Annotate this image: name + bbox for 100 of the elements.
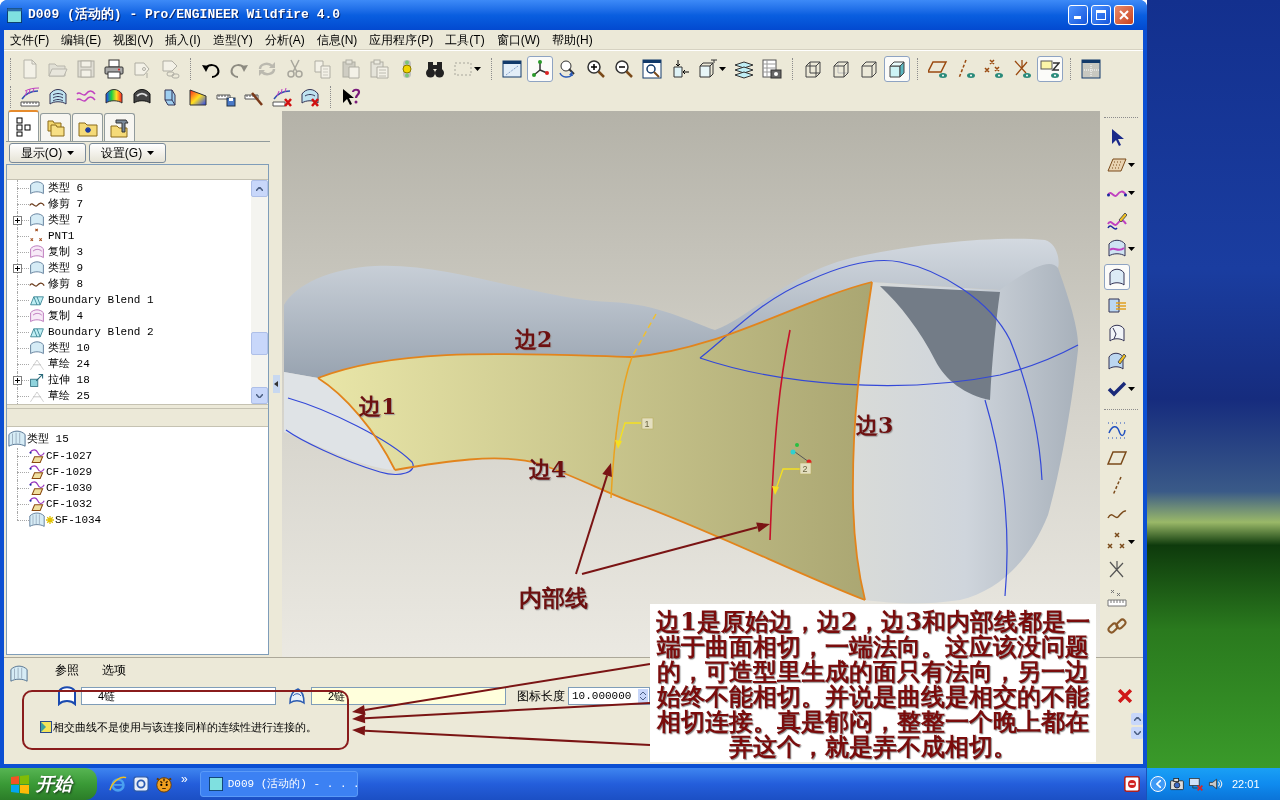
windows-logo-icon bbox=[10, 774, 30, 794]
menu-item[interactable]: 插入(I) bbox=[159, 30, 207, 49]
menu-item[interactable]: 帮助(H) bbox=[546, 30, 599, 49]
tab[interactable] bbox=[104, 113, 135, 141]
dropdown-button[interactable]: 显示(O) bbox=[9, 143, 86, 163]
menu-item[interactable]: 视图(V) bbox=[107, 30, 160, 49]
tab[interactable]: 参照 bbox=[47, 660, 87, 680]
menu-item[interactable]: 造型(Y) bbox=[206, 30, 259, 49]
menu-item[interactable]: 编辑(E) bbox=[55, 30, 108, 49]
spin-arrows-icon[interactable] bbox=[638, 689, 648, 703]
menu-item[interactable]: 分析(A) bbox=[258, 30, 311, 49]
tab[interactable] bbox=[8, 110, 39, 141]
menu-item[interactable]: 应用程序(P) bbox=[363, 30, 440, 49]
caret-up-icon bbox=[256, 186, 263, 191]
tree-item[interactable]: 复制 3 bbox=[48, 245, 84, 259]
menu-item[interactable]: 窗口(W) bbox=[490, 30, 546, 49]
window-title: D009 (活动的) - Pro/ENGINEER Wildfire 4.0 bbox=[28, 6, 341, 25]
menu-item[interactable]: 工具(T) bbox=[439, 30, 491, 49]
scroll-down-button[interactable] bbox=[251, 387, 268, 404]
scrollbar-thumb[interactable] bbox=[251, 332, 268, 355]
surface-icon bbox=[29, 512, 45, 528]
chain-field[interactable]: 2链 bbox=[311, 687, 506, 705]
caret-up-icon bbox=[1133, 717, 1141, 721]
tree-item[interactable]: 复制 4 bbox=[48, 309, 84, 323]
caret-icon bbox=[1128, 247, 1135, 251]
menu-item[interactable]: 文件(F) bbox=[4, 30, 56, 49]
tree-item[interactable]: CF-1029 bbox=[46, 465, 93, 479]
app-icon[interactable] bbox=[132, 775, 150, 793]
camera-icon[interactable] bbox=[1169, 776, 1185, 792]
folders-icon bbox=[45, 117, 66, 138]
tree-item[interactable]: 修剪 8 bbox=[48, 277, 84, 291]
tree-item[interactable]: 草绘 24 bbox=[48, 357, 90, 371]
tab[interactable]: 选项 bbox=[94, 660, 134, 680]
tree-item[interactable]: 修剪 7 bbox=[48, 197, 84, 211]
surface-icon bbox=[29, 260, 45, 276]
chevron-left-icon bbox=[274, 381, 278, 387]
network-icon[interactable] bbox=[1188, 776, 1204, 792]
menu-item[interactable]: 信息(N) bbox=[310, 30, 364, 49]
animal-face-icon[interactable] bbox=[155, 775, 173, 793]
spin-field[interactable]: 10.000000 bbox=[568, 687, 650, 705]
tree-item[interactable]: CF-1027 bbox=[46, 449, 93, 463]
edge-label: 边1 bbox=[359, 394, 397, 418]
clock: 22:01 bbox=[1232, 776, 1260, 792]
tree-item[interactable]: 拉伸 18 bbox=[48, 373, 90, 387]
tree-item[interactable]: CF-1030 bbox=[46, 481, 93, 495]
tree-item[interactable]: 草绘 25 bbox=[48, 389, 90, 403]
curve-frame-icon bbox=[29, 464, 45, 480]
scroll-up-button[interactable] bbox=[1131, 713, 1143, 725]
cancel-button[interactable] bbox=[1117, 688, 1133, 704]
marker-tag: 1 bbox=[641, 417, 654, 430]
tree-item[interactable]: 类型 15 bbox=[27, 432, 69, 446]
maximize-button[interactable] bbox=[1091, 5, 1111, 25]
copied-surface-icon bbox=[29, 308, 45, 324]
annotation-text: 边1是原始边，边2，边3和内部线都是一 端于曲面相切，一端法向。这应该没问题 的，可造型里生成的面只有法向，另一边 始终不能相切。并说是曲线是相交的不能 相切连接。真是郁闷，整整一个晚上都在 弄这个，就是弄不成相切。 bbox=[650, 604, 1096, 762]
expand-icon[interactable] bbox=[13, 216, 22, 225]
caret-down-icon bbox=[1133, 731, 1141, 735]
caret-down-icon bbox=[256, 393, 263, 398]
start-button[interactable]: 开始 bbox=[0, 768, 97, 800]
tree-item[interactable]: 类型 9 bbox=[48, 261, 84, 275]
scroll-down-button[interactable] bbox=[1131, 727, 1143, 739]
edge-label: 边2 bbox=[515, 327, 553, 351]
points-icon bbox=[29, 228, 45, 244]
close-icon bbox=[1119, 10, 1129, 20]
marker-tag: 2 bbox=[799, 462, 812, 475]
tree-item[interactable]: 类型 10 bbox=[48, 341, 90, 355]
tab[interactable] bbox=[72, 113, 103, 141]
tree-item[interactable]: 类型 7 bbox=[48, 213, 84, 227]
app-icon bbox=[7, 7, 22, 23]
caret-icon bbox=[1128, 540, 1135, 544]
tree-item[interactable]: 类型 6 bbox=[48, 181, 84, 195]
surface-icon bbox=[10, 665, 28, 683]
scroll-up-button[interactable] bbox=[251, 180, 268, 197]
tree-item[interactable]: Boundary Blend 2 bbox=[48, 325, 154, 339]
tab[interactable] bbox=[40, 113, 71, 141]
status-message: 相交曲线不是使用与该连接同样的连续性进行连接的。 bbox=[53, 719, 317, 735]
minimize-button[interactable] bbox=[1068, 5, 1088, 25]
field-label: 图标长度 bbox=[517, 688, 565, 705]
line-label: 内部线 bbox=[519, 585, 588, 610]
tree-item[interactable]: Boundary Blend 1 bbox=[48, 293, 154, 307]
edge-label: 边3 bbox=[856, 413, 894, 437]
status-icon bbox=[40, 721, 52, 733]
tree-item[interactable]: SF-1034 bbox=[55, 513, 102, 527]
tree-item[interactable]: CF-1032 bbox=[46, 497, 93, 511]
app-icon[interactable] bbox=[1124, 776, 1140, 792]
browser-icon[interactable] bbox=[109, 775, 127, 793]
curve-frame-icon bbox=[29, 448, 45, 464]
direction-arrow bbox=[615, 422, 642, 449]
close-button[interactable] bbox=[1114, 5, 1134, 25]
speaker-icon[interactable] bbox=[1207, 776, 1223, 792]
task-button[interactable]: D009 (活动的) - . . . bbox=[199, 771, 358, 797]
chevron-left-icon bbox=[1155, 780, 1161, 788]
dropdown-button[interactable]: 设置(G) bbox=[89, 143, 166, 163]
expand-icon[interactable] bbox=[13, 376, 22, 385]
expand-icon[interactable] bbox=[13, 264, 22, 273]
tree-item[interactable]: PNT1 bbox=[48, 229, 75, 243]
show-hidden-icons-button[interactable] bbox=[1150, 776, 1166, 792]
show-more-button[interactable]: » bbox=[181, 773, 188, 785]
collapse-handle[interactable] bbox=[272, 375, 280, 393]
extrude-icon bbox=[29, 372, 45, 388]
caret-icon bbox=[1128, 191, 1135, 195]
